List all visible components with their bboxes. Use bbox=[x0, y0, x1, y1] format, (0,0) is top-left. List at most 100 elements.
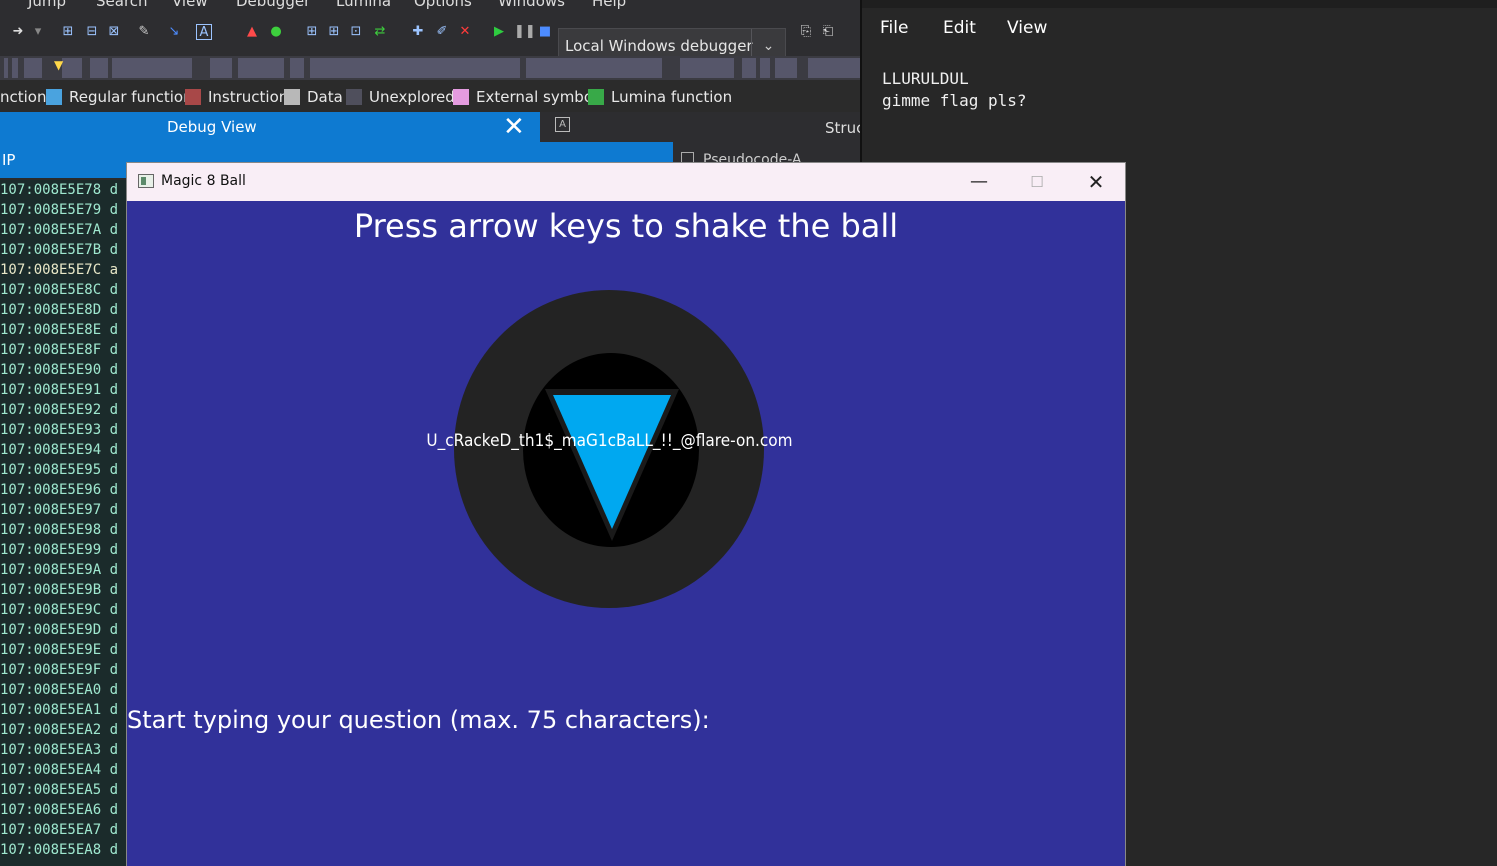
menu-view[interactable]: View bbox=[172, 0, 208, 10]
tab-strip: A Struct bbox=[540, 112, 870, 142]
address-row[interactable]: 107:008E5E9F d bbox=[0, 660, 128, 680]
tab-debug-view[interactable]: Debug View ✕ bbox=[0, 112, 540, 142]
close-icon[interactable]: ✕ bbox=[1078, 169, 1114, 195]
toolbar-tool-icon[interactable]: ⇄ bbox=[372, 24, 388, 40]
toolbar-tool-icon[interactable]: ⊞ bbox=[326, 24, 342, 40]
address-row[interactable]: 107:008E5E95 d bbox=[0, 460, 128, 480]
address-row[interactable]: 107:008E5EA7 d bbox=[0, 820, 128, 840]
address-row[interactable]: 107:008E5E99 d bbox=[0, 540, 128, 560]
text-view-icon[interactable]: A bbox=[555, 117, 570, 132]
stop-icon[interactable]: ■ bbox=[537, 24, 553, 40]
address-row[interactable]: 107:008E5EA8 d bbox=[0, 840, 128, 860]
address-row[interactable]: 107:008E5E98 d bbox=[0, 520, 128, 540]
toolbar-tool-icon[interactable]: ↘ bbox=[166, 24, 182, 40]
address-row[interactable]: 107:008E5E7C a bbox=[0, 260, 128, 280]
address-row[interactable]: 107:008E5E9D d bbox=[0, 620, 128, 640]
notepad-tab-strip bbox=[862, 0, 1497, 8]
address-row[interactable]: 107:008E5E79 d bbox=[0, 200, 128, 220]
address-row[interactable]: 107:008E5E9B d bbox=[0, 580, 128, 600]
legend: nction Regular function Instruction Data… bbox=[0, 80, 860, 112]
dropdown-icon[interactable]: ▾ bbox=[30, 24, 46, 40]
address-row[interactable]: 107:008E5E8C d bbox=[0, 280, 128, 300]
menu-search[interactable]: Search bbox=[96, 0, 148, 10]
play-icon[interactable]: ▶ bbox=[491, 24, 507, 40]
menu-options[interactable]: Options bbox=[414, 0, 472, 10]
address-row[interactable]: 107:008E5E92 d bbox=[0, 400, 128, 420]
toolbar-tool-icon[interactable]: ⊞ bbox=[304, 24, 320, 40]
toolbar-tool-icon[interactable]: ⊟ bbox=[84, 24, 100, 40]
legend-label: Unexplored bbox=[369, 88, 455, 106]
toolbar-tool-icon[interactable]: ⊠ bbox=[106, 24, 122, 40]
legend-label: nction bbox=[0, 88, 47, 106]
address-row[interactable]: 107:008E5E90 d bbox=[0, 360, 128, 380]
legend-label: Regular function bbox=[69, 88, 193, 106]
ip-label: IP bbox=[2, 151, 16, 169]
title-bar[interactable]: Magic 8 Ball — ☐ ✕ bbox=[127, 163, 1125, 201]
address-row[interactable]: 107:008E5EA0 d bbox=[0, 680, 128, 700]
address-row[interactable]: 107:008E5EA4 d bbox=[0, 760, 128, 780]
pause-icon[interactable]: ❚❚ bbox=[514, 24, 536, 40]
toolbar-tool-icon[interactable]: ✎ bbox=[136, 24, 152, 40]
menu-file[interactable]: File bbox=[880, 18, 908, 38]
address-row[interactable]: 107:008E5E8D d bbox=[0, 300, 128, 320]
toolbar-tool-icon[interactable]: ⊞ bbox=[60, 24, 76, 40]
question-prompt: Start typing your question (max. 75 char… bbox=[127, 706, 710, 734]
address-row[interactable]: 107:008E5E9E d bbox=[0, 640, 128, 660]
address-row[interactable]: 107:008E5E97 d bbox=[0, 500, 128, 520]
menu-debugger[interactable]: Debugger bbox=[236, 0, 310, 10]
minimize-icon[interactable]: — bbox=[961, 169, 997, 195]
forward-arrow-icon[interactable]: ➜ bbox=[10, 24, 26, 40]
navigation-band[interactable]: ▼ bbox=[0, 56, 860, 80]
editor-line: gimme flag pls? bbox=[882, 91, 1027, 110]
address-row[interactable]: 107:008E5E8E d bbox=[0, 320, 128, 340]
address-row[interactable]: 107:008E5E96 d bbox=[0, 480, 128, 500]
close-icon[interactable]: ✕ bbox=[503, 112, 525, 142]
notepad-menubar: File Edit View bbox=[862, 8, 1497, 52]
close-red-icon[interactable]: ✕ bbox=[457, 24, 473, 40]
position-marker-icon: ▼ bbox=[54, 58, 64, 72]
address-row[interactable]: 107:008E5EA5 d bbox=[0, 780, 128, 800]
address-row[interactable]: 107:008E5E93 d bbox=[0, 420, 128, 440]
legend-label: External symbol bbox=[476, 88, 598, 106]
magic-8-ball-window: Magic 8 Ball — ☐ ✕ Press arrow keys to s… bbox=[126, 162, 1126, 866]
menu-lumina[interactable]: Lumina bbox=[336, 0, 391, 10]
address-row[interactable]: 107:008E5E9A d bbox=[0, 560, 128, 580]
menu-help[interactable]: Help bbox=[592, 0, 626, 10]
toolbar-tool-icon[interactable]: ▲ bbox=[244, 24, 260, 40]
editor-line: LLURULDUL bbox=[882, 69, 969, 88]
app-icon bbox=[138, 174, 154, 188]
answer-triangle bbox=[545, 389, 679, 541]
answer-text: U_cRackeD_th1$_maG1cBaLL_!!_@flare-on.co… bbox=[426, 431, 793, 451]
address-row[interactable]: 107:008E5E91 d bbox=[0, 380, 128, 400]
tab-label: Debug View bbox=[167, 118, 257, 136]
legend-label: Lumina function bbox=[611, 88, 733, 106]
maximize-icon[interactable]: ☐ bbox=[1019, 169, 1055, 195]
address-row[interactable]: 107:008E5E7B d bbox=[0, 240, 128, 260]
address-row[interactable]: 107:008E5E78 d bbox=[0, 180, 128, 200]
address-row[interactable]: 107:008E5E7A d bbox=[0, 220, 128, 240]
address-row[interactable]: 107:008E5EA3 d bbox=[0, 740, 128, 760]
toolbar-tool-icon[interactable]: ⊡ bbox=[348, 24, 364, 40]
text-tool-icon[interactable]: A bbox=[196, 24, 212, 40]
address-row[interactable]: 107:008E5E94 d bbox=[0, 440, 128, 460]
address-row[interactable]: 107:008E5EA6 d bbox=[0, 800, 128, 820]
window-title: Magic 8 Ball bbox=[161, 173, 246, 189]
address-row[interactable]: 107:008E5E8F d bbox=[0, 340, 128, 360]
instruction-heading: Press arrow keys to shake the ball bbox=[353, 207, 899, 245]
address-row[interactable]: 107:008E5EA1 d bbox=[0, 700, 128, 720]
menu-windows[interactable]: Windows bbox=[498, 0, 565, 10]
menu-edit[interactable]: Edit bbox=[943, 18, 976, 38]
toolbar-tool-icon[interactable]: ⎘ bbox=[798, 24, 814, 40]
toolbar-tool-icon[interactable]: ✚ bbox=[410, 24, 426, 40]
address-row[interactable]: 107:008E5EA2 d bbox=[0, 720, 128, 740]
green-circle-icon[interactable]: ● bbox=[268, 24, 284, 40]
legend-label: Instruction bbox=[208, 88, 289, 106]
menu-jump[interactable]: Jump bbox=[28, 0, 66, 10]
toolbar-tool-icon[interactable]: ✐ bbox=[434, 24, 450, 40]
address-row[interactable]: 107:008E5E9C d bbox=[0, 600, 128, 620]
ida-menubar: Jump Search View Debugger Lumina Options… bbox=[0, 0, 860, 12]
toolbar-tool-icon[interactable]: ⎗ bbox=[820, 24, 836, 40]
notepad-editor[interactable]: LLURULDUL gimme flag pls? bbox=[882, 68, 1027, 112]
game-canvas[interactable]: Press arrow keys to shake the ball U_cRa… bbox=[127, 201, 1125, 866]
menu-view[interactable]: View bbox=[1007, 18, 1047, 38]
